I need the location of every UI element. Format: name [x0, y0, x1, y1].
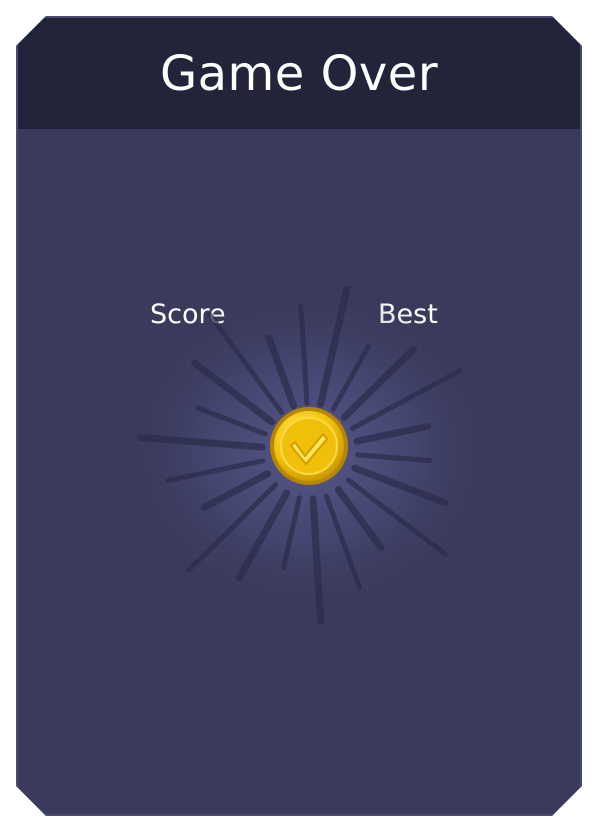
coin-icon	[269, 406, 349, 486]
page-title: Game Over	[159, 45, 439, 102]
coin-button[interactable]	[269, 406, 349, 486]
panel-header: Game Over	[18, 18, 580, 129]
game-over-panel: Game Over Score Best	[16, 16, 582, 816]
